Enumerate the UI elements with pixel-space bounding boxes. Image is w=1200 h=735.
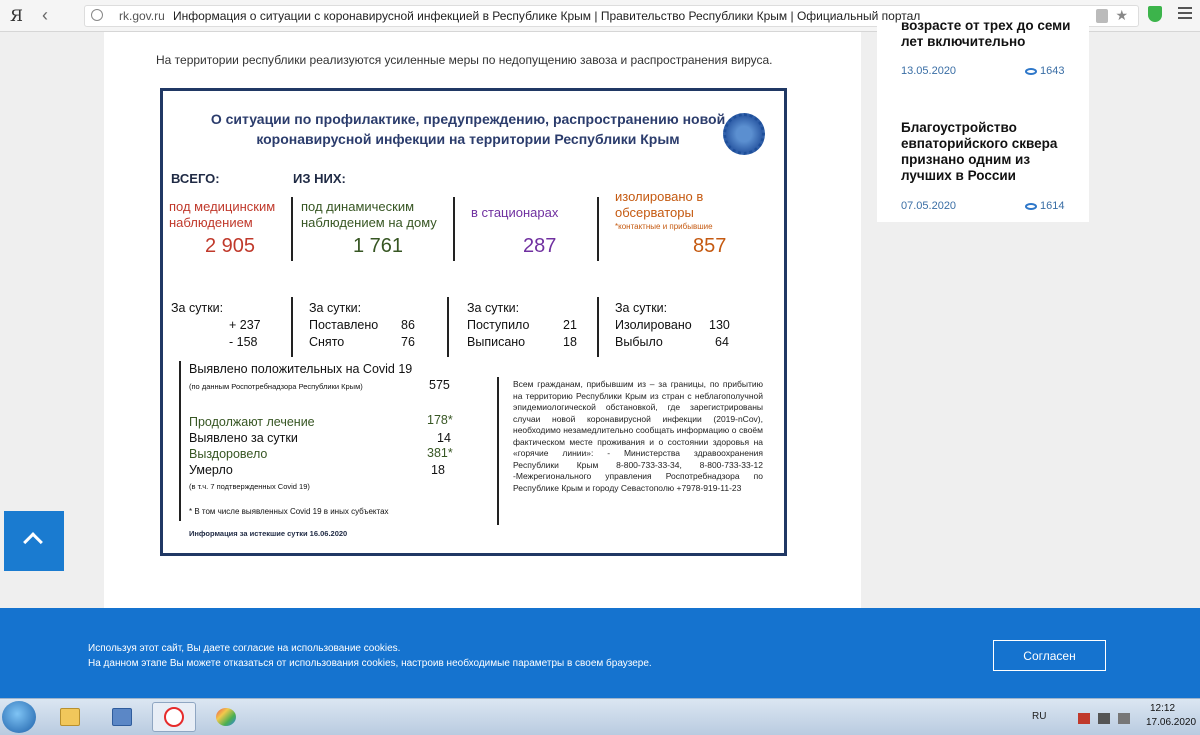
day-minus: - 158 <box>229 335 258 349</box>
cookie-agree-button[interactable]: Согласен <box>993 640 1106 671</box>
virus-icon <box>723 113 765 155</box>
divider <box>291 297 293 357</box>
news-title[interactable]: возрасте от трех до семи лет включительн… <box>901 18 1089 50</box>
admitted-value: 21 <box>563 318 577 332</box>
divider <box>291 197 293 261</box>
treatment-label: Продолжают лечение <box>189 415 315 429</box>
url-host[interactable]: rk.gov.ru <box>119 9 165 23</box>
day-label: За сутки: <box>171 301 224 315</box>
placed-value: 86 <box>401 318 415 332</box>
treatment-value: 178* <box>427 413 453 427</box>
bookmark-star-icon[interactable]: ★ <box>1115 7 1128 24</box>
isolated-label: Изолировано <box>615 318 692 332</box>
back-arrow-icon[interactable]: ‹ <box>42 5 48 26</box>
news-card[interactable]: возрасте от трех до семи лет включительн… <box>877 18 1089 94</box>
discharged-value: 18 <box>563 335 577 349</box>
yandex-browser-button[interactable] <box>152 702 196 732</box>
left-value: 64 <box>715 335 729 349</box>
covid-infographic: О ситуации по профилактике, предупрежден… <box>160 88 787 556</box>
wifi-icon[interactable] <box>1098 713 1110 724</box>
reader-mode-icon[interactable] <box>1096 9 1108 23</box>
paint-button[interactable] <box>204 702 248 732</box>
news-card[interactable]: Благоустройство евпаторийского сквера пр… <box>877 94 1089 222</box>
discharged-label: Выписано <box>467 335 526 349</box>
of-them-label: ИЗ НИХ: <box>293 171 346 186</box>
connection-icon[interactable] <box>91 9 103 21</box>
died-value: 18 <box>431 463 445 477</box>
observatory-label: изолировано в обсерваторы <box>615 189 704 220</box>
left-label: Выбыло <box>615 335 663 349</box>
total-label: ВСЕГО: <box>171 171 220 186</box>
language-indicator[interactable]: RU <box>1032 711 1046 722</box>
day-label: За сутки: <box>467 301 520 315</box>
hospital-label: в стационарах <box>471 205 559 220</box>
news-views: 1643 <box>1025 65 1064 77</box>
divider <box>179 361 181 521</box>
article-intro: На территории республики реализуются уси… <box>156 53 773 67</box>
placed-label: Поставлено <box>309 318 379 332</box>
flag-icon[interactable] <box>1078 713 1090 724</box>
removed-value: 76 <box>401 335 415 349</box>
infographic-title: О ситуации по профилактике, предупрежден… <box>210 111 726 147</box>
explorer-button[interactable] <box>48 702 92 732</box>
isolated-value: 130 <box>709 318 730 332</box>
yandex-browser-icon <box>164 707 184 727</box>
detected-label: Выявлено за сутки <box>189 431 298 445</box>
divider <box>453 197 455 261</box>
remote-desktop-button[interactable] <box>100 702 144 732</box>
covid-source: (по данным Роспотребнадзора Республики К… <box>189 382 363 391</box>
divider <box>497 377 499 525</box>
divider <box>447 297 449 357</box>
clock-time[interactable]: 12:12 <box>1150 703 1175 714</box>
paint-icon <box>216 708 236 726</box>
observatory-note: *контактные и прибывшие <box>615 222 713 231</box>
page-title[interactable]: Информация о ситуации с коронавирусной и… <box>173 9 920 23</box>
divider <box>597 297 599 357</box>
admitted-label: Поступило <box>467 318 530 332</box>
eye-icon <box>1025 202 1037 210</box>
day-label: За сутки: <box>309 301 362 315</box>
divider <box>597 197 599 261</box>
covid-label: Выявлено положительных на Covid 19 <box>189 362 413 376</box>
date-line: Информация за истекшие сутки 16.06.2020 <box>189 529 348 538</box>
news-title[interactable]: Благоустройство евпаторийского сквера пр… <box>901 120 1081 184</box>
home-value: 1 761 <box>353 235 404 257</box>
start-icon[interactable] <box>2 701 36 733</box>
news-date: 07.05.2020 <box>901 200 957 212</box>
hospital-value: 287 <box>523 235 557 257</box>
news-views: 1614 <box>1025 200 1064 212</box>
observatory-value: 857 <box>693 235 727 257</box>
clock-date[interactable]: 17.06.2020 <box>1146 717 1196 728</box>
detected-value: 14 <box>437 431 451 445</box>
scroll-top-button[interactable] <box>4 511 64 571</box>
footnote: * В том числе выявленных Covid 19 в иных… <box>189 507 389 516</box>
medical-value: 2 905 <box>205 235 256 257</box>
removed-label: Снято <box>309 335 345 349</box>
recovered-value: 381* <box>427 446 453 460</box>
died-label: Умерло <box>189 463 233 477</box>
news-sidebar: возрасте от трех до семи лет включительн… <box>861 18 1106 610</box>
yandex-logo[interactable]: Я <box>10 6 23 25</box>
protect-shield-icon[interactable] <box>1148 6 1162 22</box>
menu-icon[interactable] <box>1178 7 1192 9</box>
day-label: За сутки: <box>615 301 668 315</box>
recovered-label: Выздоровело <box>189 447 268 461</box>
remote-desktop-icon <box>112 708 132 726</box>
covid-value: 575 <box>429 378 450 392</box>
eye-icon <box>1025 67 1037 75</box>
windows-taskbar: RU 12:12 17.06.2020 <box>0 698 1200 735</box>
died-note: (в т.ч. 7 подтвержденных Covid 19) <box>189 482 310 491</box>
explorer-icon <box>60 708 80 726</box>
day-plus: + 237 <box>229 318 261 332</box>
hotline-notice: Всем гражданам, прибывшим из – за границ… <box>513 379 763 493</box>
cookie-text-line2: На данном этапе Вы можете отказаться от … <box>88 658 652 669</box>
medical-label: под медицинским наблюдением <box>169 199 276 230</box>
cookie-banner: Используя этот сайт, Вы даете согласие н… <box>0 608 1200 698</box>
chevron-up-icon <box>23 532 43 552</box>
home-label: под динамическим наблюдением на дому <box>301 199 437 230</box>
volume-icon[interactable] <box>1118 713 1130 724</box>
cookie-text-line1: Используя этот сайт, Вы даете согласие н… <box>88 643 401 654</box>
news-date: 13.05.2020 <box>901 65 957 77</box>
article-content: На территории республики реализуются уси… <box>104 32 861 610</box>
